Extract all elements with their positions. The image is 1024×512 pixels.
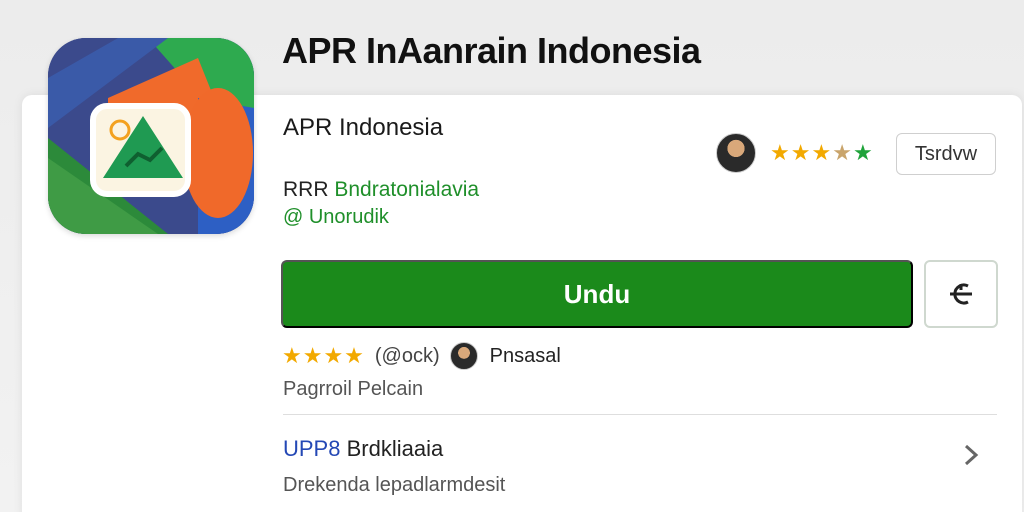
page-title: APR InAanrain Indonesia [282,30,701,71]
reviewer-avatar [449,342,478,370]
section-title: UPP8 Brdkliaaia [283,436,443,462]
top-rating: ★★★★★ [716,133,874,173]
section-subtitle: Drekenda lepadlarmdesit [283,474,506,496]
chevron-right-icon[interactable] [959,440,983,470]
review-count: (@ock) [374,344,440,367]
rating-row: ★★★★ (@ock) Pnsasal [282,342,561,370]
section-title-text: Brdkliaaia [346,436,444,461]
avatar [716,133,756,173]
reviewer-name[interactable]: Pnsasal [490,345,561,368]
star-rating-icon: ★★★★ [282,343,365,368]
divider [283,414,997,415]
section-row[interactable]: UPP8 Brdkliaaia [283,436,997,476]
star-rating-icon: ★★★★★ [770,140,874,165]
developer-line[interactable]: RRR Bndratonialavia [283,178,479,202]
install-button[interactable]: Undu [281,260,913,328]
section-title-prefix: UPP8 [283,436,341,461]
share-icon [950,283,972,305]
share-button[interactable] [924,260,998,328]
app-logo-icon [48,38,254,234]
developer-sublabel[interactable]: @ Unorudik [283,206,389,229]
category-label: Pagrroil Pelcain [283,378,424,400]
developer-prefix: RRR [283,178,329,201]
developer-name: Bndratonialavia [334,178,480,201]
app-name: APR Indonesia [283,114,444,141]
review-button[interactable]: Tsrdvw [896,133,996,175]
